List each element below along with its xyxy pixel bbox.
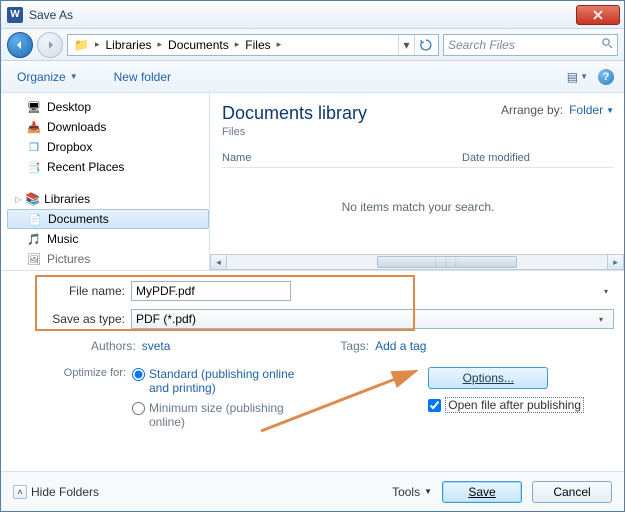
address-bar[interactable]: 📁 ▸ Libraries ▸ Documents ▸ Files ▸ ▾	[67, 34, 439, 56]
nav-forward-button[interactable]	[37, 32, 63, 58]
address-dropdown[interactable]: ▾	[398, 35, 414, 55]
word-app-icon: W	[7, 7, 23, 23]
sidebar-item-dropbox[interactable]: ❒Dropbox	[7, 137, 209, 157]
search-input[interactable]: Search Files	[443, 34, 618, 56]
search-placeholder: Search Files	[448, 38, 515, 52]
chevron-right-icon: ▸	[275, 39, 284, 50]
tags-label: Tags:	[340, 339, 369, 353]
filename-input[interactable]	[131, 281, 291, 301]
authors-value[interactable]: sveta	[142, 339, 171, 353]
downloads-icon: 📥	[27, 120, 41, 134]
documents-icon: 📄	[28, 212, 42, 226]
library-title: Documents library	[222, 103, 367, 124]
column-date[interactable]: Date modified	[462, 152, 530, 164]
filename-label: File name:	[11, 284, 131, 298]
breadcrumb[interactable]: Documents	[164, 35, 233, 55]
folder-icon: 📁	[70, 35, 93, 55]
help-button[interactable]: ?	[598, 69, 614, 85]
chevron-right-icon: ▸	[233, 39, 242, 50]
desktop-icon: 🖥	[27, 100, 41, 114]
body: 🖥Desktop 📥Downloads ❒Dropbox 📑Recent Pla…	[1, 93, 624, 270]
tools-menu[interactable]: Tools ▼	[392, 485, 432, 499]
sidebar-item-music[interactable]: 🎵Music	[7, 229, 209, 249]
chevron-right-icon: ▸	[156, 39, 165, 50]
sidebar-item-documents[interactable]: 📄Documents	[7, 209, 209, 229]
sidebar-item-recent[interactable]: 📑Recent Places	[7, 157, 209, 177]
music-icon: 🎵	[27, 232, 41, 246]
organize-menu[interactable]: Organize ▼	[11, 68, 88, 86]
arrange-by-label: Arrange by:	[501, 103, 563, 117]
savetype-dropdown[interactable]: PDF (*.pdf) ▾	[131, 309, 614, 329]
open-after-checkbox[interactable]: Open file after publishing	[428, 397, 584, 413]
chevron-right-icon: ▸	[93, 39, 102, 50]
scroll-right-icon[interactable]: ▸	[607, 255, 623, 269]
chevron-down-icon: ▼	[424, 487, 432, 496]
scroll-left-icon[interactable]: ◂	[211, 255, 227, 269]
authors-label: Authors:	[91, 339, 136, 353]
save-as-dialog: W Save As 📁 ▸ Libraries ▸ Documents ▸ Fi…	[0, 0, 625, 512]
chevron-down-icon: ▾	[593, 315, 609, 324]
chevron-down-icon: ▼	[70, 72, 78, 81]
optimize-label: Optimize for:	[11, 367, 126, 429]
nav-back-button[interactable]	[7, 32, 33, 58]
pictures-icon: 🖼	[27, 252, 41, 266]
breadcrumb[interactable]: Libraries	[101, 35, 155, 55]
save-button[interactable]: Save	[442, 481, 522, 503]
arrange-by-dropdown[interactable]: Folder▼	[569, 103, 614, 117]
options-button[interactable]: Options...	[428, 367, 548, 389]
chevron-up-icon: ˄	[13, 485, 27, 499]
hide-folders-button[interactable]: ˄ Hide Folders	[13, 485, 99, 499]
new-folder-button[interactable]: New folder	[106, 68, 179, 86]
optimize-standard-radio[interactable]: Standard (publishing online and printing…	[132, 367, 299, 395]
sidebar-item-desktop[interactable]: 🖥Desktop	[7, 97, 209, 117]
view-mode-button[interactable]: ▤ ▼	[567, 70, 588, 84]
breadcrumb[interactable]: Files	[241, 35, 274, 55]
savetype-label: Save as type:	[11, 312, 131, 326]
dropbox-icon: ❒	[27, 140, 41, 154]
refresh-button[interactable]	[414, 35, 436, 55]
horizontal-scrollbar[interactable]: ◂ ⋮⋮⋮ ▸	[210, 254, 624, 270]
chevron-down-icon: ▼	[606, 106, 614, 115]
bottom-panel: File name: ▾ Save as type: PDF (*.pdf) ▾…	[1, 270, 624, 437]
recent-icon: 📑	[27, 160, 41, 174]
chevron-down-icon: ▼	[580, 72, 588, 81]
cancel-button[interactable]: Cancel	[532, 481, 612, 503]
titlebar: W Save As	[1, 1, 624, 29]
column-name[interactable]: Name	[222, 152, 462, 164]
empty-message: No items match your search.	[222, 200, 614, 214]
optimize-minimum-radio[interactable]: Minimum size (publishing online)	[132, 401, 299, 429]
sidebar: 🖥Desktop 📥Downloads ❒Dropbox 📑Recent Pla…	[1, 93, 209, 270]
window-title: Save As	[29, 8, 576, 22]
sidebar-item-pictures[interactable]: 🖼Pictures	[7, 249, 209, 269]
footer: ˄ Hide Folders Tools ▼ Save Cancel	[1, 471, 624, 511]
libraries-icon: 📚	[25, 192, 40, 206]
close-button[interactable]	[576, 5, 620, 25]
filename-dropdown[interactable]: ▾	[598, 287, 614, 296]
column-headers: Name Date modified	[222, 152, 614, 168]
search-icon	[601, 37, 613, 52]
expand-icon: ▷	[15, 195, 21, 204]
sidebar-group-libraries[interactable]: ▷📚Libraries	[7, 189, 209, 209]
view-icon: ▤	[567, 70, 578, 84]
file-list-pane: Documents library Files Arrange by: Fold…	[210, 93, 624, 270]
scroll-thumb[interactable]: ⋮⋮⋮	[377, 256, 517, 268]
tags-value[interactable]: Add a tag	[375, 339, 426, 353]
toolbar: Organize ▼ New folder ▤ ▼ ?	[1, 61, 624, 93]
sidebar-item-downloads[interactable]: 📥Downloads	[7, 117, 209, 137]
library-subtitle: Files	[222, 126, 367, 138]
navbar: 📁 ▸ Libraries ▸ Documents ▸ Files ▸ ▾ Se…	[1, 29, 624, 61]
